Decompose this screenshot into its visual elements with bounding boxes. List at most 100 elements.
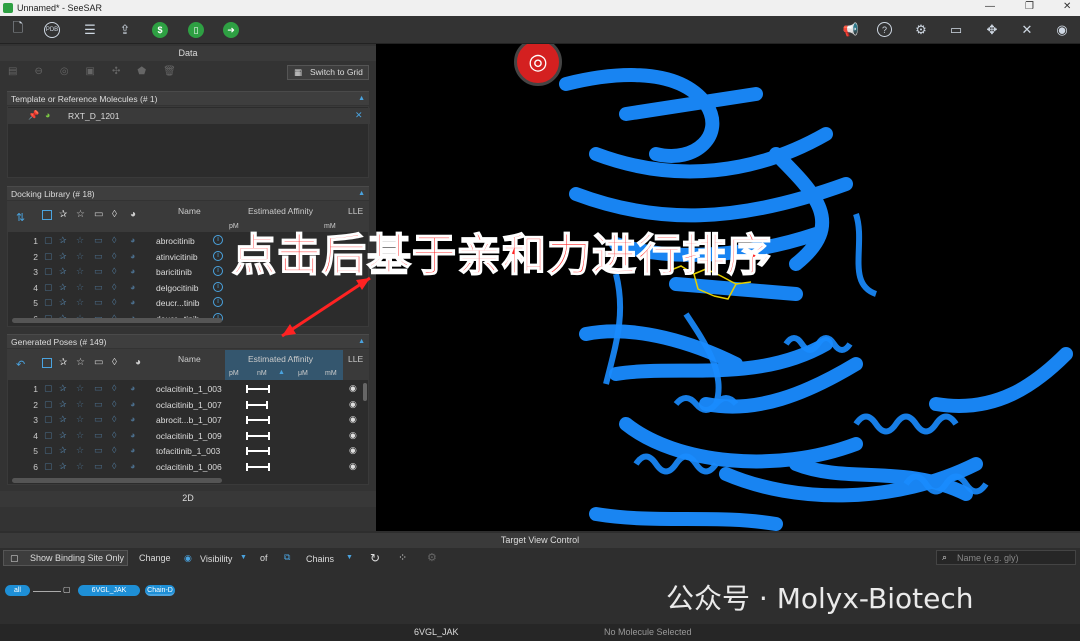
comment-icon[interactable]: ▭ (94, 461, 103, 472)
monitor-icon[interactable]: ▭ (946, 20, 966, 40)
comment-icon[interactable]: ▭ (94, 251, 103, 262)
lle-eye-icon[interactable]: ◉ (349, 414, 357, 425)
palette-icon[interactable]: ◕ (130, 297, 135, 307)
palette-icon[interactable]: ◕ (130, 235, 135, 245)
lle-eye-icon[interactable]: ◉ (349, 445, 357, 456)
drop-icon[interactable]: ◊ (112, 414, 116, 424)
horizontal-scrollbar[interactable] (12, 478, 222, 483)
lle-eye-icon[interactable]: ◉ (349, 399, 357, 410)
chevron-down-icon[interactable]: ▼ (240, 554, 247, 561)
drop-icon[interactable]: ◊ (112, 430, 116, 440)
crossed-tools-icon[interactable]: ✕ (1017, 20, 1037, 40)
comment-icon[interactable]: ▭ (94, 266, 103, 277)
pin-icon[interactable]: ✰ (59, 251, 67, 262)
comment-icon[interactable]: ▭ (94, 235, 103, 246)
collapse-icon[interactable]: ▲ (358, 92, 365, 106)
lle-eye-icon[interactable]: ◉ (349, 383, 357, 394)
table-row[interactable]: 2 ▢ ✰ ☆ ▭ ◊ ◕ oclacitinib_1_007 ◉ (8, 397, 368, 413)
checkbox-icon[interactable]: ▢ (44, 251, 53, 262)
drop-icon[interactable]: ◊ (112, 383, 116, 393)
pin-icon[interactable]: ✰ (59, 383, 67, 394)
drop-column-icon[interactable]: ◊ (112, 209, 117, 220)
pin-icon[interactable]: ✰ (59, 266, 67, 277)
s-circle-icon[interactable]: $ (152, 22, 168, 38)
pin-icon[interactable]: ✰ (59, 414, 67, 425)
drop-column-icon[interactable]: ◊ (112, 357, 117, 368)
comment-column-icon[interactable]: ▭ (94, 357, 103, 368)
chain-d-pill[interactable]: Chain-D (145, 585, 175, 596)
upload-icon[interactable]: ⇪ (115, 20, 135, 40)
comment-icon[interactable]: ▭ (94, 445, 103, 456)
pin-column-icon[interactable]: ✰ (59, 209, 67, 220)
pin-icon[interactable]: ✰ (59, 235, 67, 246)
close-icon[interactable]: ✕ (355, 110, 363, 121)
eye-icon[interactable]: ◉ (1052, 20, 1072, 40)
sort-icon[interactable]: ⇅ (16, 211, 25, 224)
checkbox-icon[interactable]: ▢ (44, 461, 53, 472)
comment-icon[interactable]: ▭ (94, 297, 103, 308)
drop-icon[interactable]: ◊ (112, 282, 116, 292)
minimize-button[interactable]: — (985, 1, 995, 12)
show-binding-site-button[interactable]: ▢ Show Binding Site Only (3, 550, 128, 566)
drop-icon[interactable]: ◊ (112, 445, 116, 455)
3d-viewer[interactable]: ◎ (376, 44, 1080, 531)
lle-eye-icon[interactable]: ◉ (349, 430, 357, 441)
palette-column-icon[interactable]: ◕ (130, 209, 136, 220)
palette-icon[interactable]: ◕ (130, 383, 135, 393)
tools-icon[interactable]: ✥ (982, 20, 1002, 40)
checkbox-icon[interactable]: ▢ (44, 297, 53, 308)
undo-sort-icon[interactable]: ↶ (16, 358, 25, 371)
comment-icon[interactable]: ▭ (94, 282, 103, 293)
horizontal-scrollbar[interactable] (12, 318, 222, 323)
gear-icon[interactable]: ⚙ (911, 20, 931, 40)
star-icon[interactable]: ☆ (76, 414, 84, 425)
2d-panel-header[interactable]: 2D (0, 491, 376, 507)
drop-icon[interactable]: ◊ (112, 251, 116, 261)
star-column-icon[interactable]: ☆ (76, 209, 85, 220)
arrow-circle-icon[interactable]: ➜ (223, 22, 239, 38)
pin-icon[interactable]: ✰ (59, 430, 67, 441)
select-all-checkbox[interactable] (42, 210, 52, 220)
switch-to-grid-button[interactable]: ▦ Switch to Grid (287, 65, 369, 80)
lle-column-header[interactable]: LLE (348, 206, 363, 216)
star-icon[interactable]: ☆ (76, 461, 84, 472)
comment-column-icon[interactable]: ▭ (94, 209, 103, 220)
palette-icon[interactable]: ◕ (130, 430, 135, 440)
star-column-icon[interactable]: ☆ (76, 357, 85, 368)
pdb-icon[interactable]: PDB (44, 22, 60, 38)
comment-icon[interactable]: ▭ (94, 383, 103, 394)
chains-dropdown[interactable]: Chains (306, 554, 334, 564)
drop-icon[interactable]: ◊ (112, 235, 116, 245)
refresh-icon[interactable]: ↻ (370, 551, 380, 565)
pin-icon[interactable]: ✰ (59, 297, 67, 308)
maximize-button[interactable]: ❐ (1025, 1, 1034, 12)
lle-eye-icon[interactable]: ◉ (349, 461, 357, 472)
drop-icon[interactable]: ◊ (112, 399, 116, 409)
palette-icon[interactable]: ◕ (45, 110, 50, 120)
table-row[interactable]: 6 ▢ ✰ ☆ ▭ ◊ ◕ oclacitinib_1_006 ◉ (8, 459, 368, 475)
drop-icon[interactable]: ◊ (112, 461, 116, 471)
pin-icon[interactable]: ✰ (59, 282, 67, 293)
pin-column-icon[interactable]: ✰ (59, 357, 67, 368)
pin-icon[interactable]: ✰ (59, 445, 67, 456)
palette-column-icon[interactable]: ◕ (135, 357, 141, 368)
drop-icon[interactable]: ◊ (112, 297, 116, 307)
structure-pill[interactable]: 6VGL_JAK (78, 585, 140, 596)
checkbox-icon[interactable]: ▢ (44, 282, 53, 293)
file-icon[interactable]: 🗋 (8, 20, 28, 40)
palette-icon[interactable]: ◕ (130, 414, 135, 424)
checkbox-icon[interactable]: ▢ (44, 383, 53, 394)
close-button[interactable]: ✕ (1063, 1, 1071, 12)
star-icon[interactable]: ☆ (76, 399, 84, 410)
affinity-column-highlight[interactable]: Estimated Affinity pM nM ▲ μM mM (225, 350, 343, 380)
comment-icon[interactable]: ▭ (94, 399, 103, 410)
select-all-checkbox[interactable] (42, 358, 52, 368)
table-row[interactable]: 4 ▢ ✰ ☆ ▭ ◊ ◕ oclacitinib_1_009 ◉ (8, 428, 368, 444)
table-row[interactable]: 1 ▢ ✰ ☆ ▭ ◊ ◕ oclacitinib_1_003 ◉ (8, 381, 368, 397)
palette-icon[interactable]: ◕ (130, 266, 135, 276)
checkbox-icon[interactable]: ▢ (44, 445, 53, 456)
tablet-circle-icon[interactable]: ▯ (188, 22, 204, 38)
star-icon[interactable]: ☆ (76, 266, 84, 277)
chain-filter-all[interactable]: all (5, 585, 30, 596)
star-icon[interactable]: ☆ (76, 282, 84, 293)
